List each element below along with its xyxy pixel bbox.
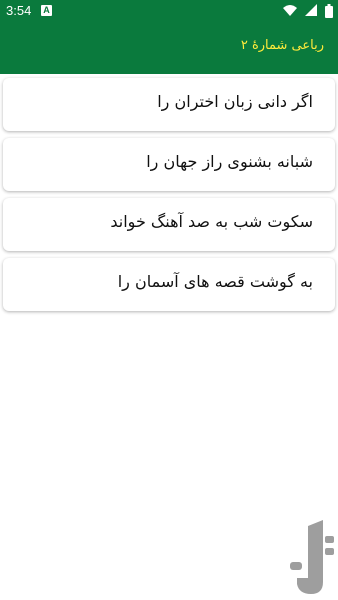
- list-item[interactable]: شبانه بشنوی راز جهان را: [3, 138, 335, 191]
- battery-icon: [325, 4, 333, 18]
- list-item[interactable]: به گوشت قصه های آسمان را: [3, 258, 335, 311]
- list-item[interactable]: سکوت شب به صد آهنگ خواند: [3, 198, 335, 251]
- verse-text: شبانه بشنوی راز جهان را: [146, 152, 313, 171]
- wifi-icon: [282, 5, 297, 16]
- signal-icon: [304, 4, 317, 16]
- list-item[interactable]: اگر دانی زبان اختران را: [3, 78, 335, 131]
- a-icon: A: [41, 5, 52, 16]
- verse-text: به گوشت قصه های آسمان را: [117, 272, 313, 291]
- status-icons: [280, 4, 333, 18]
- status-time: 3:54: [6, 3, 32, 18]
- status-bar: 3:54 A: [0, 0, 338, 22]
- verse-text: سکوت شب به صد آهنگ خواند: [110, 212, 313, 231]
- verse-text: اگر دانی زبان اختران را: [157, 92, 313, 111]
- app-logo-icon[interactable]: [287, 520, 335, 596]
- app-bar: رباعی شمارهٔ ۲: [0, 22, 338, 74]
- page-title: رباعی شمارهٔ ۲: [240, 38, 324, 53]
